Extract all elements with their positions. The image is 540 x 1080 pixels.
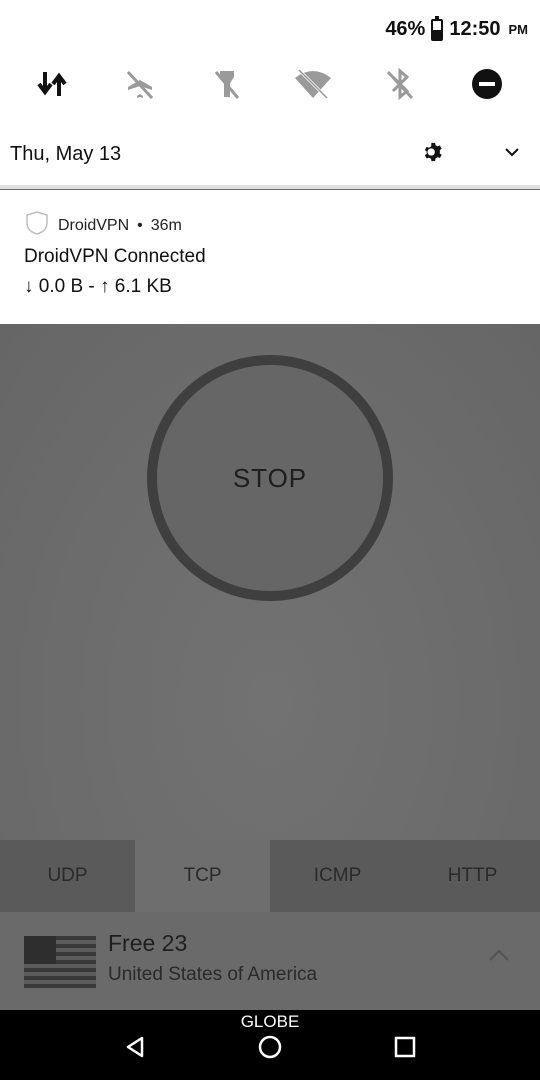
date-label: Thu, May 13	[10, 142, 122, 165]
server-country: United States of America	[108, 964, 318, 985]
us-flag-icon	[24, 936, 96, 988]
clock-ampm: PM	[508, 22, 529, 37]
flashlight-off-icon[interactable]	[205, 62, 249, 106]
home-icon[interactable]	[255, 1032, 285, 1062]
status-bar: 46% 12:50 PM	[385, 15, 529, 41]
quick-settings-panel: 46% 12:50 PM Thu, May 13	[0, 0, 540, 189]
bluetooth-off-icon[interactable]	[378, 62, 422, 106]
notification-separator: •	[137, 216, 143, 234]
chevron-up-icon[interactable]	[488, 948, 510, 967]
battery-percent: 46%	[385, 18, 426, 40]
recents-icon[interactable]	[390, 1032, 420, 1062]
airplane-mode-off-icon[interactable]	[118, 62, 162, 106]
wifi-off-icon[interactable]	[291, 62, 335, 106]
tab-tcp[interactable]: TCP	[135, 840, 270, 912]
clock: 12:50	[449, 18, 501, 40]
back-icon[interactable]	[120, 1032, 150, 1062]
notification-age: 36m	[150, 216, 182, 234]
vpn-app-main: STOP UDP TCP ICMP HTTP Free 23 United St…	[0, 324, 540, 1010]
notification-traffic: ↓ 0.0 B - ↑ 6.1 KB	[24, 276, 172, 297]
tab-http[interactable]: HTTP	[405, 840, 540, 912]
data-transfer-icon[interactable]	[31, 62, 75, 106]
notification-title: DroidVPN Connected	[24, 246, 206, 267]
tab-icmp[interactable]: ICMP	[270, 840, 405, 912]
battery-icon	[431, 15, 444, 41]
server-name: Free 23	[108, 930, 188, 956]
carrier-label: GLOBE	[240, 1012, 300, 1031]
tab-udp[interactable]: UDP	[0, 840, 135, 912]
server-selector[interactable]: Free 23 United States of America	[0, 912, 540, 1010]
vpn-notification[interactable]: DroidVPN • 36m DroidVPN Connected ↓ 0.0 …	[0, 190, 540, 324]
navigation-bar: GLOBE	[0, 1010, 540, 1080]
expand-chevron-icon[interactable]	[504, 145, 520, 163]
stop-button[interactable]: STOP	[147, 355, 393, 601]
do-not-disturb-icon[interactable]	[465, 62, 509, 106]
stop-button-label: STOP	[232, 462, 308, 493]
protocol-tabs: UDP TCP ICMP HTTP	[0, 840, 540, 912]
shade-divider	[0, 185, 540, 189]
settings-gear-icon[interactable]	[422, 141, 444, 168]
notification-app-name: DroidVPN	[58, 216, 130, 234]
droidvpn-shield-icon	[24, 210, 50, 241]
